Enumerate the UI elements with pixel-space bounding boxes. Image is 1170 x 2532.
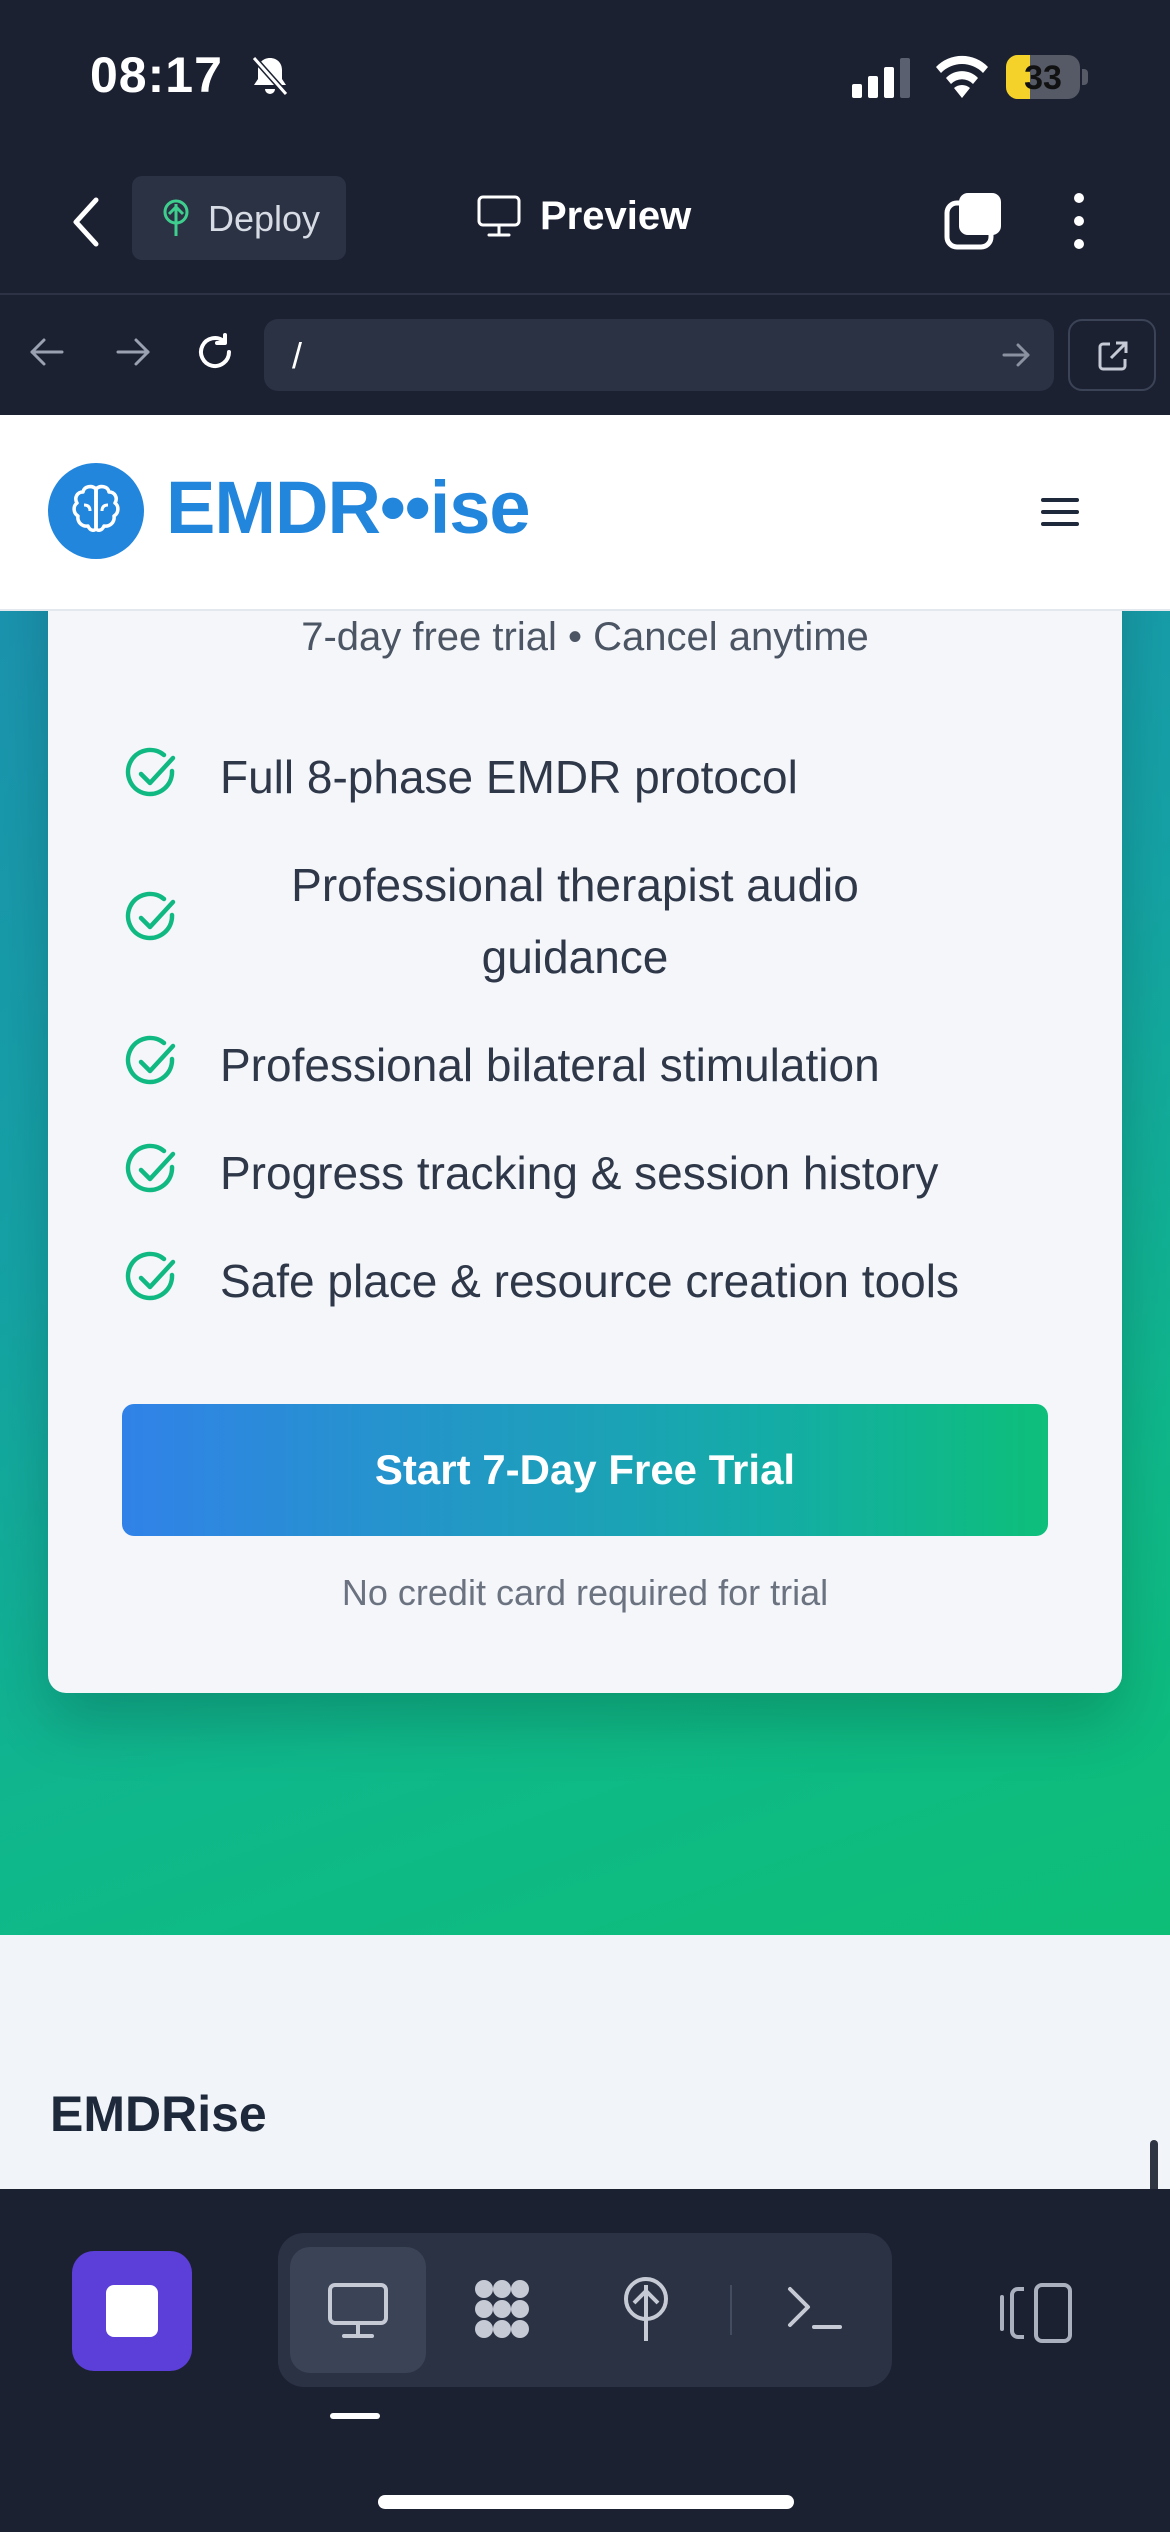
divider (730, 2285, 732, 2335)
active-tab-indicator (330, 2413, 380, 2419)
more-icon[interactable] (1064, 190, 1094, 252)
deploy-label: Deploy (208, 198, 321, 239)
cellular-signal-icon (852, 58, 910, 98)
external-link-icon (1098, 341, 1128, 371)
go-icon[interactable] (1000, 339, 1032, 371)
monitor-icon (477, 195, 521, 237)
tabs-icon[interactable] (944, 190, 1004, 252)
brain-icon (72, 484, 120, 532)
tab-console[interactable] (746, 2247, 882, 2373)
feature-text: Progress tracking & session history (220, 1147, 939, 1199)
grid-icon (475, 2280, 529, 2338)
no-credit-card-note: No credit card required for trial (341, 1572, 829, 1613)
check-circle-icon (125, 1035, 176, 1085)
deploy-icon (163, 199, 189, 236)
deploy-tab-icon (624, 2277, 668, 2341)
feature-text: Full 8-phase EMDR protocol (220, 751, 798, 803)
scrollbar[interactable] (1150, 2140, 1158, 2189)
wifi-icon (936, 55, 988, 98)
arrow-left-icon[interactable] (26, 331, 68, 373)
check-circle-icon (125, 747, 176, 797)
battery-indicator: 33 (1006, 55, 1088, 99)
start-trial-button[interactable]: Start 7-Day Free Trial (122, 1404, 1048, 1536)
bottom-toolbar (0, 2189, 1170, 2532)
url-text: / (292, 335, 303, 376)
arrow-right-icon[interactable] (112, 331, 154, 373)
start-trial-label: Start 7-Day Free Trial (374, 1446, 796, 1493)
preview-label: Preview (540, 194, 692, 238)
view-switcher (278, 2233, 892, 2387)
logo-mark[interactable] (48, 463, 144, 559)
home-indicator (378, 2495, 794, 2509)
reload-icon[interactable] (194, 331, 236, 373)
status-bar: 08:17 33 (0, 0, 1170, 150)
back-icon[interactable] (62, 190, 110, 254)
footer-brand: EMDRise (50, 2086, 267, 2142)
tab-deploy[interactable] (578, 2247, 714, 2373)
feature-text: Professional therapist audio guidance (291, 859, 859, 983)
app-toolbar: Deploy Preview (0, 150, 1170, 295)
check-circle-icon (125, 891, 176, 941)
deploy-button[interactable]: Deploy (132, 176, 346, 260)
feature-text: Safe place & resource creation tools (220, 1255, 959, 1307)
terminal-icon (788, 2287, 842, 2329)
bell-muted-icon (251, 56, 289, 96)
clock: 08:17 (90, 47, 223, 103)
menu-icon[interactable] (1040, 495, 1080, 529)
check-circle-icon (125, 1251, 176, 1301)
url-field[interactable]: / (264, 319, 1054, 391)
tab-workspace[interactable] (434, 2247, 570, 2373)
site-header: EMDR••ise (0, 415, 1170, 611)
tab-preview[interactable] (290, 2247, 426, 2373)
stop-button[interactable] (72, 2251, 192, 2371)
site-logo-text[interactable]: EMDR••ise (166, 465, 531, 550)
split-view-icon[interactable] (998, 2281, 1078, 2345)
web-page: 7-day free trial • Cancel anytime Full 8… (0, 415, 1170, 2189)
check-circle-icon (125, 1143, 176, 1193)
address-bar: / (0, 297, 1170, 415)
feature-text: Professional bilateral stimulation (220, 1039, 880, 1091)
open-external-button[interactable] (1068, 319, 1156, 391)
trial-subtitle: 7-day free trial • Cancel anytime (301, 615, 869, 659)
battery-percent: 33 (1024, 59, 1062, 97)
preview-tab-icon (328, 2283, 388, 2338)
